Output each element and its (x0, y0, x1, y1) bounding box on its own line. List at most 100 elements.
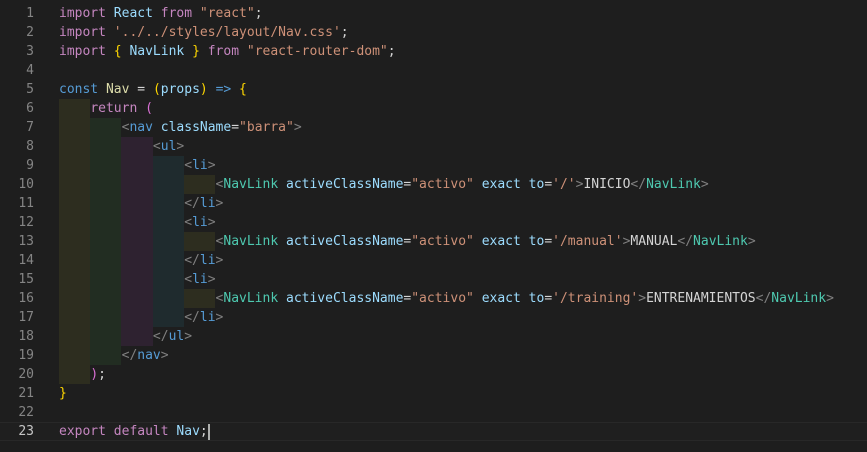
line-number: 19 (18, 348, 34, 363)
code-token: li (192, 272, 208, 287)
code-line[interactable]: 8 <ul> (0, 137, 867, 156)
code-editor[interactable]: 1 import React from "react"; 2 import '../.… (0, 0, 867, 452)
line-number: 21 (18, 386, 34, 401)
code-token: > (207, 215, 216, 230)
code-token: ; (340, 25, 349, 40)
code-line[interactable]: 17 </li> (0, 308, 867, 327)
code-text: export default Nav; (59, 423, 210, 440)
code-line[interactable]: 16 <NavLink activeClassName="activo" exa… (0, 289, 867, 308)
code-line[interactable]: 10 <NavLink activeClassName="activo" exa… (0, 175, 867, 194)
code-token: props (160, 82, 200, 97)
code-line[interactable]: 22 (0, 403, 867, 422)
code-token: import (59, 25, 106, 40)
code-line[interactable]: 23 export default Nav; (0, 422, 867, 441)
code-token: li (199, 310, 216, 325)
code-text: <NavLink activeClassName="activo" exact … (59, 289, 834, 308)
line-number: 9 (26, 158, 34, 173)
code-line[interactable]: 1 import React from "react"; (0, 4, 867, 23)
code-token: </ (184, 310, 200, 325)
code-line[interactable]: 15 <li> (0, 270, 867, 289)
code-token: return (90, 101, 138, 116)
line-number: 16 (18, 291, 34, 306)
code-token: "activo" (411, 177, 474, 192)
code-token: > (747, 234, 756, 249)
code-line[interactable]: 4 (0, 61, 867, 80)
code-token: from (207, 44, 240, 59)
code-token: li (192, 158, 208, 173)
code-token: </ (630, 177, 647, 192)
code-token: ul (168, 329, 185, 344)
code-token: > (215, 253, 224, 268)
code-line[interactable]: 9 <li> (0, 156, 867, 175)
code-line[interactable]: 7 <nav className="barra"> (0, 118, 867, 137)
code-line[interactable]: 19 </nav> (0, 346, 867, 365)
code-line[interactable]: 5 const Nav = (props) => { (0, 80, 867, 99)
code-token: '/manual' (552, 234, 623, 249)
code-line[interactable]: 13 <NavLink activeClassName="activo" exa… (0, 232, 867, 251)
code-token: NavLink (771, 291, 827, 306)
code-token: = (231, 120, 240, 135)
code-token: ; (98, 367, 106, 382)
code-token: > (638, 291, 647, 306)
line-number: 17 (18, 310, 34, 325)
code-line[interactable]: 21} (0, 384, 867, 403)
code-token: = (544, 177, 553, 192)
code-token: > (160, 348, 169, 363)
code-text: <ul> (59, 137, 184, 156)
code-token: ; (387, 44, 396, 59)
code-line[interactable]: 11 </li> (0, 194, 867, 213)
code-token: > (207, 272, 216, 287)
code-text: <NavLink activeClassName="activo" exact … (59, 232, 756, 251)
code-token: NavLink (223, 177, 279, 192)
code-token: > (293, 120, 302, 135)
code-text: </li> (59, 194, 223, 213)
code-token: li (192, 215, 208, 230)
code-text: import '../../styles/layout/Nav.css'; (59, 23, 349, 42)
code-line[interactable]: 18 </ul> (0, 327, 867, 346)
line-number: 23 (18, 424, 34, 439)
code-token: exact (481, 234, 521, 249)
code-token: import (59, 44, 106, 59)
code-token: </ (184, 196, 200, 211)
line-number: 15 (18, 272, 34, 287)
code-token: </ (184, 253, 200, 268)
code-line[interactable]: 12 <li> (0, 213, 867, 232)
code-text: <li> (59, 270, 216, 289)
code-text: } (59, 384, 67, 403)
code-token: "activo" (411, 291, 474, 306)
code-token: < (152, 139, 161, 154)
line-number: 3 (26, 44, 34, 59)
code-token: > (700, 177, 709, 192)
code-line[interactable]: 20 ); (0, 365, 867, 384)
code-line[interactable]: 2 import '../../styles/layout/Nav.css'; (0, 23, 867, 42)
code-token: < (184, 158, 193, 173)
code-text: <li> (59, 156, 215, 175)
line-number: 14 (18, 253, 34, 268)
code-text: import { NavLink } from "react-router-do… (59, 42, 396, 61)
code-line[interactable]: 3 import { NavLink } from "react-router-d… (0, 42, 867, 61)
code-line[interactable]: 14 </li> (0, 251, 867, 270)
code-token: from (160, 6, 193, 21)
code-line[interactable]: 6 return ( (0, 99, 867, 118)
code-token: li (199, 253, 216, 268)
line-number: 2 (26, 25, 34, 40)
code-text: </li> (59, 308, 223, 327)
code-token: import (59, 6, 106, 21)
code-token: ; (199, 424, 208, 439)
